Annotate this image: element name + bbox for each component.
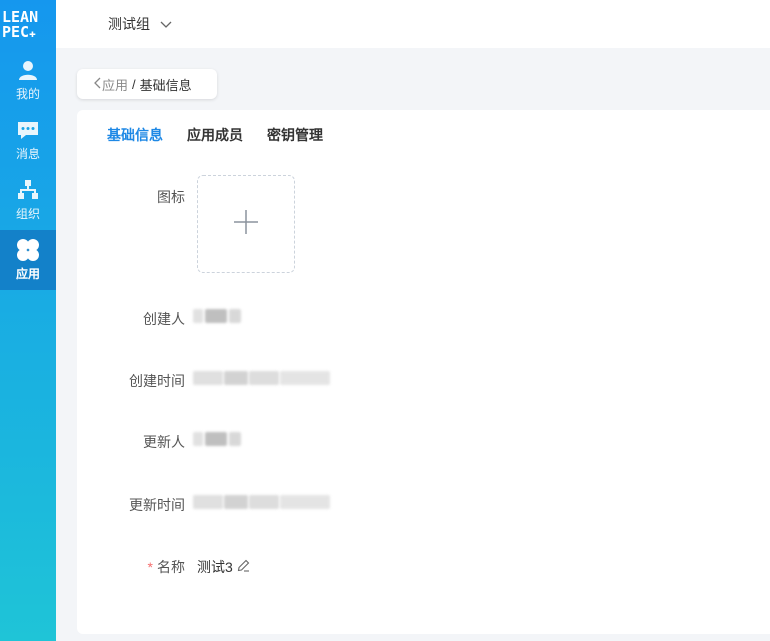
breadcrumb-back-link[interactable]: 应用	[93, 75, 128, 94]
breadcrumb: 应用 / 基础信息	[77, 69, 217, 99]
created-time-label: 创建时间	[129, 373, 185, 389]
plus-icon	[233, 209, 259, 240]
icon-label: 图标	[157, 189, 185, 205]
sidebar-item-label: 组织	[15, 207, 40, 221]
required-mark: *	[147, 559, 153, 575]
creator-label: 创建人	[143, 311, 185, 327]
updated-time-label: 更新时间	[129, 497, 185, 513]
sidebar-item-label: 消息	[15, 147, 40, 161]
group-selector[interactable]: 测试组	[108, 14, 172, 34]
form-row-created-time: 创建时间	[77, 371, 330, 391]
form-row-creator: 创建人	[77, 309, 241, 329]
app-logo: LEAN PEC✚	[0, 0, 56, 50]
creator-value-redacted	[193, 309, 241, 323]
tab-basic-info[interactable]: 基础信息	[107, 125, 163, 145]
form-row-updated-time: 更新时间	[77, 495, 330, 515]
updater-label: 更新人	[143, 434, 185, 450]
org-icon	[16, 178, 40, 202]
breadcrumb-separator: /	[132, 76, 136, 92]
tab-bar: 基础信息 应用成员 密钥管理	[107, 125, 323, 145]
tab-app-members[interactable]: 应用成员	[187, 125, 243, 145]
sidebar: LEAN PEC✚ 我的 消息 组织 应用	[0, 0, 56, 641]
form-row-updater: 更新人	[77, 432, 241, 452]
user-icon	[16, 58, 40, 82]
updated-time-value-redacted	[193, 495, 330, 509]
chevron-left-icon	[93, 77, 102, 92]
breadcrumb-current: 基础信息	[139, 77, 192, 93]
name-value-group: 测试3	[197, 557, 250, 577]
updater-value-redacted	[193, 432, 241, 446]
icon-upload-button[interactable]	[197, 175, 295, 273]
group-name: 测试组	[108, 16, 150, 32]
breadcrumb-parent: 应用	[102, 77, 129, 93]
logo-line2: PEC✚	[2, 22, 36, 41]
sidebar-item-mine[interactable]: 我的	[0, 50, 56, 110]
form-row-icon: 图标	[77, 187, 185, 207]
chevron-down-icon	[160, 16, 172, 32]
message-icon	[16, 118, 40, 142]
sidebar-item-apps[interactable]: 应用	[0, 230, 56, 290]
basic-info-card: 基础信息 应用成员 密钥管理 图标 创建人 创建时间 更新人 更新时间 * 名称…	[77, 110, 770, 634]
sidebar-item-messages[interactable]: 消息	[0, 110, 56, 170]
sidebar-item-organization[interactable]: 组织	[0, 170, 56, 230]
name-value: 测试3	[197, 559, 233, 575]
edit-icon[interactable]	[237, 559, 250, 575]
form-row-name: * 名称 测试3	[77, 557, 250, 577]
tab-key-management[interactable]: 密钥管理	[267, 125, 323, 145]
top-bar: 测试组	[56, 0, 770, 48]
created-time-value-redacted	[193, 371, 330, 385]
sidebar-item-label: 应用	[15, 267, 40, 281]
apps-icon	[16, 238, 40, 262]
name-label: * 名称	[147, 559, 185, 575]
sidebar-item-label: 我的	[15, 87, 40, 101]
